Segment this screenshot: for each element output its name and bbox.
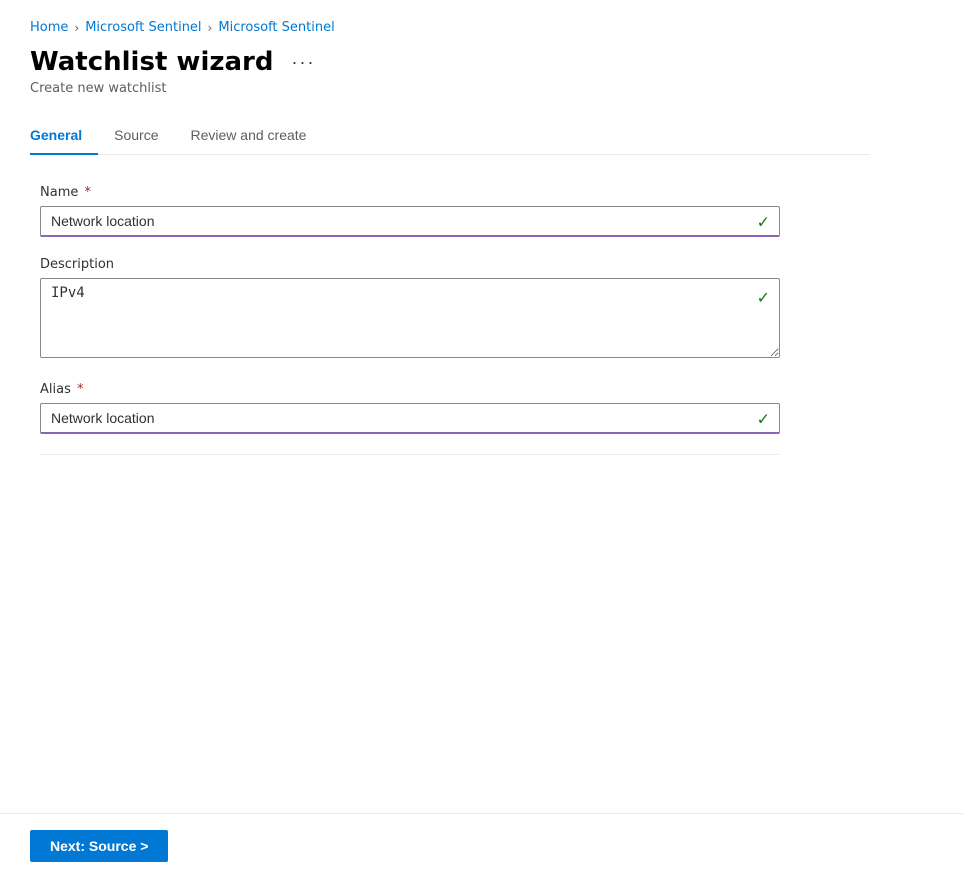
bottom-bar: Next: Source > [0, 813, 964, 878]
description-textarea[interactable]: IPv4 [40, 278, 780, 358]
tabs: General Source Review and create [30, 116, 870, 155]
description-checkmark-icon: ✓ [757, 288, 770, 307]
form-divider [40, 454, 780, 455]
more-options-button[interactable]: ··· [283, 48, 323, 77]
description-textarea-wrapper: IPv4 ✓ [40, 278, 780, 362]
tab-source[interactable]: Source [114, 117, 174, 155]
name-input-wrapper: ✓ [40, 206, 780, 237]
page-subtitle: Create new watchlist [30, 81, 870, 96]
tab-review-and-create[interactable]: Review and create [191, 117, 323, 155]
alias-input[interactable] [40, 403, 780, 434]
tab-general[interactable]: General [30, 117, 98, 155]
name-group: Name * ✓ [40, 185, 780, 237]
name-required-star: * [80, 185, 91, 200]
name-input[interactable] [40, 206, 780, 237]
breadcrumb-sentinel-1[interactable]: Microsoft Sentinel [85, 20, 201, 35]
description-label: Description [40, 257, 780, 272]
name-label: Name * [40, 185, 780, 200]
alias-input-wrapper: ✓ [40, 403, 780, 434]
breadcrumb-sentinel-2[interactable]: Microsoft Sentinel [218, 20, 334, 35]
form-section: Name * ✓ Description IPv4 ✓ Alias * [30, 185, 790, 455]
page-title: Watchlist wizard [30, 47, 273, 77]
breadcrumb: Home › Microsoft Sentinel › Microsoft Se… [30, 20, 870, 35]
next-source-button[interactable]: Next: Source > [30, 830, 168, 862]
alias-required-star: * [73, 382, 84, 397]
breadcrumb-home[interactable]: Home [30, 20, 68, 35]
alias-label: Alias * [40, 382, 780, 397]
alias-checkmark-icon: ✓ [757, 409, 770, 428]
breadcrumb-sep-2: › [208, 21, 213, 35]
name-checkmark-icon: ✓ [757, 212, 770, 231]
description-group: Description IPv4 ✓ [40, 257, 780, 362]
alias-group: Alias * ✓ [40, 382, 780, 434]
breadcrumb-sep-1: › [74, 21, 79, 35]
